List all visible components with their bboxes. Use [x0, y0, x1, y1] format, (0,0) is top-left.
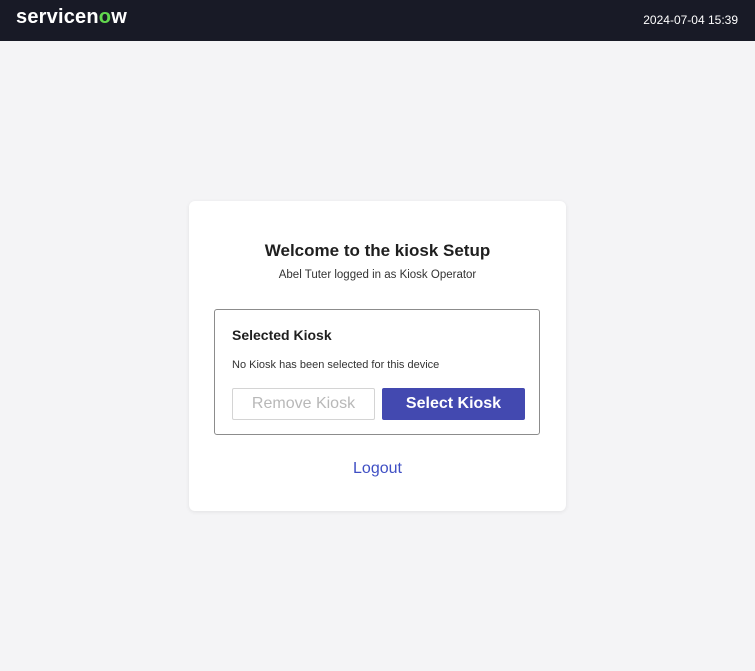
top-bar: servicenow 2024-07-04 15:39 — [0, 0, 755, 41]
selected-kiosk-heading: Selected Kiosk — [232, 327, 332, 343]
logo-text-suffix: w — [111, 6, 127, 28]
no-kiosk-message: No Kiosk has been selected for this devi… — [232, 359, 440, 371]
servicenow-logo: servicenow — [16, 6, 127, 29]
logged-in-user-text: Abel Tuter logged in as Kiosk Operator — [278, 269, 477, 281]
page-title: Welcome to the kiosk Setup — [264, 241, 491, 260]
logout-link[interactable]: Logout — [189, 460, 566, 478]
logo-text-prefix: servicen — [16, 6, 99, 28]
kiosk-setup-card: Welcome to the kiosk Setup Abel Tuter lo… — [189, 201, 566, 511]
logo-text-accent: o — [98, 6, 112, 28]
remove-kiosk-button[interactable]: Remove Kiosk — [232, 388, 375, 420]
datetime-display: 2024-07-04 15:39 — [643, 13, 738, 27]
select-kiosk-button[interactable]: Select Kiosk — [382, 388, 525, 420]
selected-kiosk-panel: Selected Kiosk No Kiosk has been selecte… — [214, 309, 540, 435]
